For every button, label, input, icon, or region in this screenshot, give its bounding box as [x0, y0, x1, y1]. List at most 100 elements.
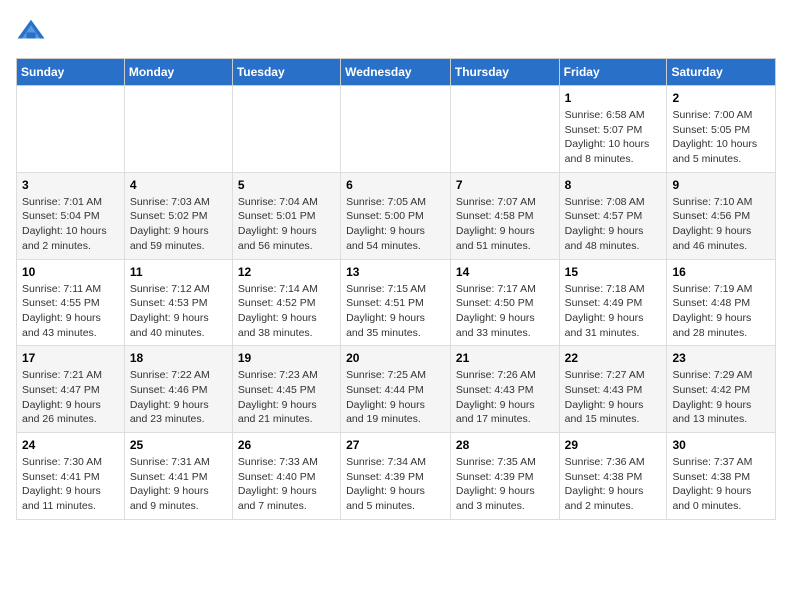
calendar-cell: 23Sunrise: 7:29 AM Sunset: 4:42 PM Dayli…	[667, 346, 776, 433]
calendar-row: 17 Sunrise: 7:21 AM Sunset: 4:47 PM Dayli…	[17, 346, 776, 433]
calendar-row: 3 Sunrise: 7:01 AM Sunset: 5:04 PM Daylig…	[17, 172, 776, 259]
page-header	[16, 16, 776, 46]
calendar-row: 1 Sunrise: 6:58 AM Sunset: 5:07 PM Daylig…	[17, 86, 776, 173]
logo-icon	[16, 16, 46, 46]
calendar-row: 10 Sunrise: 7:11 AM Sunset: 4:55 PM Dayli…	[17, 259, 776, 346]
column-header-friday: Friday	[559, 59, 667, 86]
calendar-cell: 15 Sunrise: 7:18 AM Sunset: 4:49 PM Dayli…	[559, 259, 667, 346]
day-number: 26	[238, 438, 335, 452]
day-info: Sunrise: 7:22 AM Sunset: 4:46 PM Dayligh…	[130, 368, 227, 427]
calendar-cell: 21 Sunrise: 7:26 AM Sunset: 4:43 PM Dayli…	[450, 346, 559, 433]
calendar-cell: 11 Sunrise: 7:12 AM Sunset: 4:53 PM Dayli…	[124, 259, 232, 346]
calendar-cell: 4 Sunrise: 7:03 AM Sunset: 5:02 PM Daylig…	[124, 172, 232, 259]
day-info: Sunrise: 7:08 AM Sunset: 4:57 PM Dayligh…	[565, 195, 662, 254]
day-number: 15	[565, 265, 662, 279]
day-info: Sunrise: 7:23 AM Sunset: 4:45 PM Dayligh…	[238, 368, 335, 427]
day-number: 8	[565, 178, 662, 192]
day-number: 22	[565, 351, 662, 365]
calendar-cell: 29 Sunrise: 7:36 AM Sunset: 4:38 PM Dayli…	[559, 433, 667, 520]
calendar-cell: 12 Sunrise: 7:14 AM Sunset: 4:52 PM Dayli…	[232, 259, 340, 346]
day-number: 24	[22, 438, 119, 452]
day-info: Sunrise: 6:58 AM Sunset: 5:07 PM Dayligh…	[565, 108, 662, 167]
calendar-header: SundayMondayTuesdayWednesdayThursdayFrid…	[17, 59, 776, 86]
column-header-saturday: Saturday	[667, 59, 776, 86]
calendar-cell: 14 Sunrise: 7:17 AM Sunset: 4:50 PM Dayli…	[450, 259, 559, 346]
day-info: Sunrise: 7:10 AM Sunset: 4:56 PM Dayligh…	[672, 195, 770, 254]
day-number: 10	[22, 265, 119, 279]
day-number: 5	[238, 178, 335, 192]
day-info: Sunrise: 7:07 AM Sunset: 4:58 PM Dayligh…	[456, 195, 554, 254]
calendar-cell: 9 Sunrise: 7:10 AM Sunset: 4:56 PM Daylig…	[667, 172, 776, 259]
day-number: 14	[456, 265, 554, 279]
calendar-cell	[450, 86, 559, 173]
day-info: Sunrise: 7:14 AM Sunset: 4:52 PM Dayligh…	[238, 282, 335, 341]
day-number: 1	[565, 91, 662, 105]
day-info: Sunrise: 7:03 AM Sunset: 5:02 PM Dayligh…	[130, 195, 227, 254]
calendar-table: SundayMondayTuesdayWednesdayThursdayFrid…	[16, 58, 776, 520]
day-number: 3	[22, 178, 119, 192]
calendar-cell: 2 Sunrise: 7:00 AM Sunset: 5:05 PM Daylig…	[667, 86, 776, 173]
column-header-wednesday: Wednesday	[341, 59, 451, 86]
calendar-cell: 30 Sunrise: 7:37 AM Sunset: 4:38 PM Dayli…	[667, 433, 776, 520]
calendar-cell	[124, 86, 232, 173]
calendar-row: 24 Sunrise: 7:30 AM Sunset: 4:41 PM Dayli…	[17, 433, 776, 520]
calendar-cell: 1 Sunrise: 6:58 AM Sunset: 5:07 PM Daylig…	[559, 86, 667, 173]
day-number: 30	[672, 438, 770, 452]
day-number: 7	[456, 178, 554, 192]
day-info: Sunrise: 7:25 AM Sunset: 4:44 PM Dayligh…	[346, 368, 445, 427]
day-number: 27	[346, 438, 445, 452]
day-number: 13	[346, 265, 445, 279]
day-info: Sunrise: 7:31 AM Sunset: 4:41 PM Dayligh…	[130, 455, 227, 514]
day-info: Sunrise: 7:18 AM Sunset: 4:49 PM Dayligh…	[565, 282, 662, 341]
calendar-cell: 25 Sunrise: 7:31 AM Sunset: 4:41 PM Dayli…	[124, 433, 232, 520]
day-info: Sunrise: 7:05 AM Sunset: 5:00 PM Dayligh…	[346, 195, 445, 254]
calendar-cell	[17, 86, 125, 173]
calendar-cell	[341, 86, 451, 173]
day-number: 2	[672, 91, 770, 105]
calendar-cell: 8 Sunrise: 7:08 AM Sunset: 4:57 PM Daylig…	[559, 172, 667, 259]
day-info: Sunrise: 7:11 AM Sunset: 4:55 PM Dayligh…	[22, 282, 119, 341]
day-number: 17	[22, 351, 119, 365]
day-number: 20	[346, 351, 445, 365]
day-number: 4	[130, 178, 227, 192]
day-number: 16	[672, 265, 770, 279]
column-header-thursday: Thursday	[450, 59, 559, 86]
day-info: Sunrise: 7:33 AM Sunset: 4:40 PM Dayligh…	[238, 455, 335, 514]
day-number: 21	[456, 351, 554, 365]
calendar-cell: 5 Sunrise: 7:04 AM Sunset: 5:01 PM Daylig…	[232, 172, 340, 259]
column-header-monday: Monday	[124, 59, 232, 86]
day-info: Sunrise: 7:35 AM Sunset: 4:39 PM Dayligh…	[456, 455, 554, 514]
day-info: Sunrise: 7:00 AM Sunset: 5:05 PM Dayligh…	[672, 108, 770, 167]
calendar-cell: 28Sunrise: 7:35 AM Sunset: 4:39 PM Dayli…	[450, 433, 559, 520]
logo	[16, 16, 50, 46]
calendar-cell: 24 Sunrise: 7:30 AM Sunset: 4:41 PM Dayli…	[17, 433, 125, 520]
day-info: Sunrise: 7:26 AM Sunset: 4:43 PM Dayligh…	[456, 368, 554, 427]
day-info: Sunrise: 7:01 AM Sunset: 5:04 PM Dayligh…	[22, 195, 119, 254]
calendar-cell: 27 Sunrise: 7:34 AM Sunset: 4:39 PM Dayli…	[341, 433, 451, 520]
day-info: Sunrise: 7:29 AM Sunset: 4:42 PM Dayligh…	[672, 368, 770, 427]
column-header-tuesday: Tuesday	[232, 59, 340, 86]
day-info: Sunrise: 7:21 AM Sunset: 4:47 PM Dayligh…	[22, 368, 119, 427]
day-info: Sunrise: 7:34 AM Sunset: 4:39 PM Dayligh…	[346, 455, 445, 514]
day-number: 19	[238, 351, 335, 365]
day-info: Sunrise: 7:04 AM Sunset: 5:01 PM Dayligh…	[238, 195, 335, 254]
day-number: 12	[238, 265, 335, 279]
calendar-cell: 3 Sunrise: 7:01 AM Sunset: 5:04 PM Daylig…	[17, 172, 125, 259]
day-info: Sunrise: 7:36 AM Sunset: 4:38 PM Dayligh…	[565, 455, 662, 514]
day-number: 11	[130, 265, 227, 279]
day-info: Sunrise: 7:12 AM Sunset: 4:53 PM Dayligh…	[130, 282, 227, 341]
day-info: Sunrise: 7:15 AM Sunset: 4:51 PM Dayligh…	[346, 282, 445, 341]
day-number: 9	[672, 178, 770, 192]
calendar-cell: 17 Sunrise: 7:21 AM Sunset: 4:47 PM Dayli…	[17, 346, 125, 433]
day-number: 18	[130, 351, 227, 365]
day-info: Sunrise: 7:17 AM Sunset: 4:50 PM Dayligh…	[456, 282, 554, 341]
calendar-cell: 20 Sunrise: 7:25 AM Sunset: 4:44 PM Dayli…	[341, 346, 451, 433]
day-number: 29	[565, 438, 662, 452]
calendar-cell: 22Sunrise: 7:27 AM Sunset: 4:43 PM Dayli…	[559, 346, 667, 433]
day-info: Sunrise: 7:37 AM Sunset: 4:38 PM Dayligh…	[672, 455, 770, 514]
day-info: Sunrise: 7:30 AM Sunset: 4:41 PM Dayligh…	[22, 455, 119, 514]
calendar-cell: 13 Sunrise: 7:15 AM Sunset: 4:51 PM Dayli…	[341, 259, 451, 346]
day-number: 25	[130, 438, 227, 452]
calendar-cell: 6Sunrise: 7:05 AM Sunset: 5:00 PM Daylig…	[341, 172, 451, 259]
column-header-sunday: Sunday	[17, 59, 125, 86]
